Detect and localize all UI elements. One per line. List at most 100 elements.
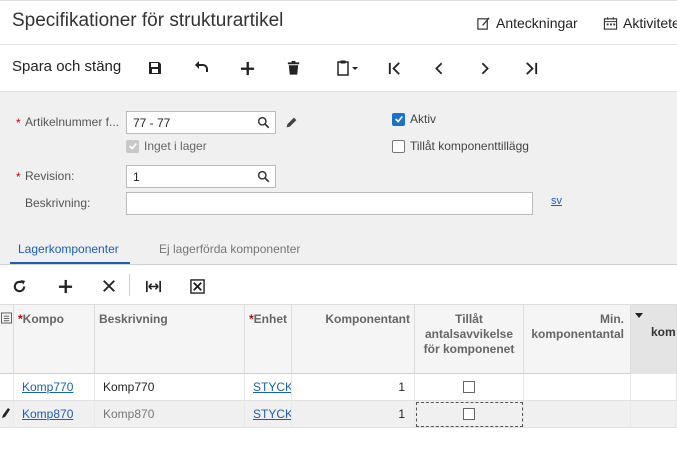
add-row-button[interactable] (54, 275, 76, 297)
component-link[interactable]: Komp870 (14, 401, 95, 428)
checkbox-unchecked[interactable] (463, 408, 475, 420)
min-quantity-cell[interactable] (524, 401, 631, 428)
next-record-button[interactable] (474, 57, 496, 79)
save-icon (149, 62, 161, 74)
item-number-label: Artikelnummer f... (25, 115, 120, 129)
allow-deviation-cell[interactable] (415, 374, 524, 401)
max-quantity-cell[interactable] (631, 401, 677, 428)
table-row[interactable]: Komp770 Komp770 STYCK 1 (0, 374, 677, 401)
column-header-label: Tillåt antalsavvikelse för komponenet (423, 312, 515, 356)
language-link[interactable]: sv (551, 195, 562, 207)
column-header-description[interactable]: Beskrivning (95, 305, 245, 374)
title-bar: Specifikationer för strukturartikel Ante… (0, 0, 677, 44)
notes-icon (477, 16, 490, 30)
save-button[interactable] (144, 57, 166, 79)
toolbar-divider (129, 274, 130, 296)
not-in-stock-checkbox[interactable]: Inget i lager (126, 139, 207, 153)
fit-width-icon (145, 280, 161, 292)
refresh-button[interactable] (8, 275, 30, 297)
add-button[interactable] (236, 57, 258, 79)
component-link[interactable]: Komp770 (14, 374, 95, 401)
row-selector[interactable] (0, 401, 14, 428)
tab-non-stock-components[interactable]: Ej lagerförda komponenter (159, 242, 300, 256)
active-tab-indicator (10, 262, 130, 264)
column-header-quantity[interactable]: Komponentant (292, 305, 415, 374)
fit-columns-button[interactable] (142, 275, 164, 297)
last-icon (525, 61, 537, 75)
unit-link[interactable]: STYCK (245, 374, 292, 401)
column-header-component[interactable]: *Kompo (14, 305, 95, 374)
allow-component-checkbox[interactable]: Tillåt komponenttillägg (392, 139, 529, 153)
edit-pencil-icon[interactable] (285, 116, 298, 129)
description-cell[interactable]: Komp870 (95, 401, 245, 428)
checkbox-checked (392, 112, 405, 126)
column-header-max-quantity[interactable]: kom (631, 305, 677, 374)
calendar-icon (603, 16, 618, 30)
column-header-allow-deviation[interactable]: Tillåt antalsavvikelse för komponenet (415, 305, 524, 374)
activities-label: Aktiviteter (623, 15, 677, 31)
allow-deviation-cell[interactable] (415, 401, 524, 428)
export-excel-button[interactable] (186, 275, 208, 297)
active-checkbox[interactable]: Aktiv (392, 112, 436, 126)
plus-icon (58, 279, 72, 293)
column-header-label: Komponentant (325, 312, 410, 326)
search-icon[interactable] (257, 116, 270, 129)
column-header-min-quantity[interactable]: Min. komponentantal (524, 305, 631, 374)
checkbox-unchecked (392, 139, 405, 153)
first-icon (388, 61, 400, 75)
max-quantity-cell[interactable] (631, 374, 677, 401)
edit-pencil-icon (2, 408, 10, 418)
column-header-unit[interactable]: *Enhet (245, 305, 292, 374)
min-quantity-cell[interactable] (524, 374, 631, 401)
revision-field[interactable]: 1 (126, 165, 276, 188)
notes-button[interactable]: Anteckningar (476, 15, 578, 31)
column-header-label: Enhet (253, 312, 288, 326)
save-close-button[interactable]: Spara och stäng (12, 58, 121, 75)
tab-stock-components[interactable]: Lagerkomponenter (18, 242, 119, 256)
revision-label: Revision: (25, 169, 75, 183)
description-field[interactable] (126, 192, 533, 215)
undo-icon (195, 61, 208, 72)
description-cell[interactable]: Komp770 (95, 374, 245, 401)
allow-component-label: Tillåt komponenttillägg (410, 139, 529, 153)
delete-button[interactable] (282, 57, 304, 79)
quantity-cell[interactable]: 1 (292, 374, 415, 401)
checkbox-checked-disabled (126, 139, 139, 153)
item-number-field[interactable]: 77 - 77 (126, 111, 276, 134)
active-label: Aktiv (410, 112, 437, 126)
item-number-value: 77 - 77 (133, 116, 171, 130)
revision-value: 1 (133, 170, 140, 184)
plus-icon (240, 61, 254, 75)
close-icon (103, 280, 115, 292)
not-in-stock-label: Inget i lager (144, 139, 207, 153)
checkmark-icon (394, 115, 403, 123)
undo-button[interactable] (190, 57, 212, 79)
table-row[interactable]: Komp870 Komp870 STYCK 1 (0, 401, 677, 428)
last-record-button[interactable] (520, 57, 542, 79)
page-title: Specifikationer för strukturartikel (12, 10, 284, 31)
row-selector-header[interactable] (0, 305, 14, 374)
sort-down-icon (635, 313, 643, 318)
search-icon[interactable] (257, 170, 270, 183)
activities-button[interactable]: Aktiviteter (603, 15, 677, 31)
quantity-cell[interactable]: 1 (292, 401, 415, 428)
excel-icon (189, 278, 205, 294)
unit-link[interactable]: STYCK (245, 401, 292, 428)
chevron-left-icon (435, 62, 443, 74)
chevron-right-icon (481, 62, 489, 74)
column-header-label: kom (651, 325, 676, 339)
list-icon (1, 312, 12, 324)
refresh-icon (13, 279, 25, 292)
clipboard-menu-button[interactable] (330, 57, 364, 79)
main-toolbar: Spara och stäng (0, 44, 677, 90)
trash-icon (287, 60, 299, 75)
checkbox-unchecked[interactable] (463, 381, 475, 393)
tab-bar: Lagerkomponenter Ej lagerförda komponent… (0, 236, 677, 265)
notes-label: Anteckningar (496, 15, 578, 31)
row-selector[interactable] (0, 374, 14, 401)
delete-row-button[interactable] (98, 275, 120, 297)
required-marker: * (16, 170, 21, 184)
previous-record-button[interactable] (428, 57, 450, 79)
first-record-button[interactable] (383, 57, 405, 79)
column-header-label: Kompo (22, 312, 64, 326)
